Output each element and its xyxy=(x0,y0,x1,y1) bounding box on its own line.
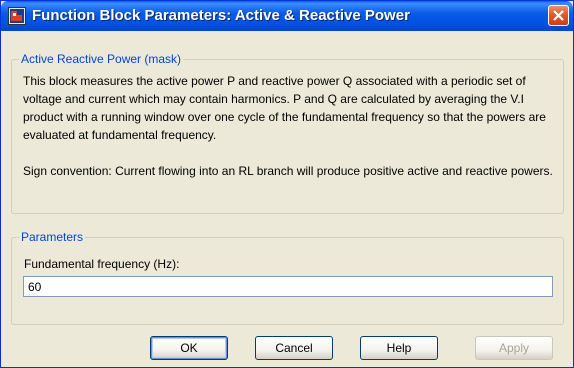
sign-convention-paragraph: Sign convention: Current flowing into an… xyxy=(23,164,553,178)
fundamental-frequency-label: Fundamental frequency (Hz): xyxy=(24,257,180,271)
mask-description: This block measures the active power P a… xyxy=(23,72,555,198)
title-bar[interactable]: Function Block Parameters: Active & Reac… xyxy=(1,1,573,31)
fundamental-frequency-input[interactable] xyxy=(23,276,553,297)
cancel-button[interactable]: Cancel xyxy=(255,336,333,360)
ok-button[interactable]: OK xyxy=(150,336,228,360)
window-title: Function Block Parameters: Active & Reac… xyxy=(32,7,410,24)
close-icon xyxy=(553,10,564,21)
description-paragraph: This block measures the active power P a… xyxy=(23,74,546,142)
dialog-window: Function Block Parameters: Active & Reac… xyxy=(0,0,574,368)
close-button[interactable] xyxy=(548,5,569,26)
simulink-block-icon xyxy=(8,7,26,25)
apply-button[interactable]: Apply xyxy=(475,336,553,360)
parameters-group-legend: Parameters xyxy=(19,230,86,244)
help-button[interactable]: Help xyxy=(360,336,438,360)
mask-group-legend: Active Reactive Power (mask) xyxy=(19,52,184,66)
